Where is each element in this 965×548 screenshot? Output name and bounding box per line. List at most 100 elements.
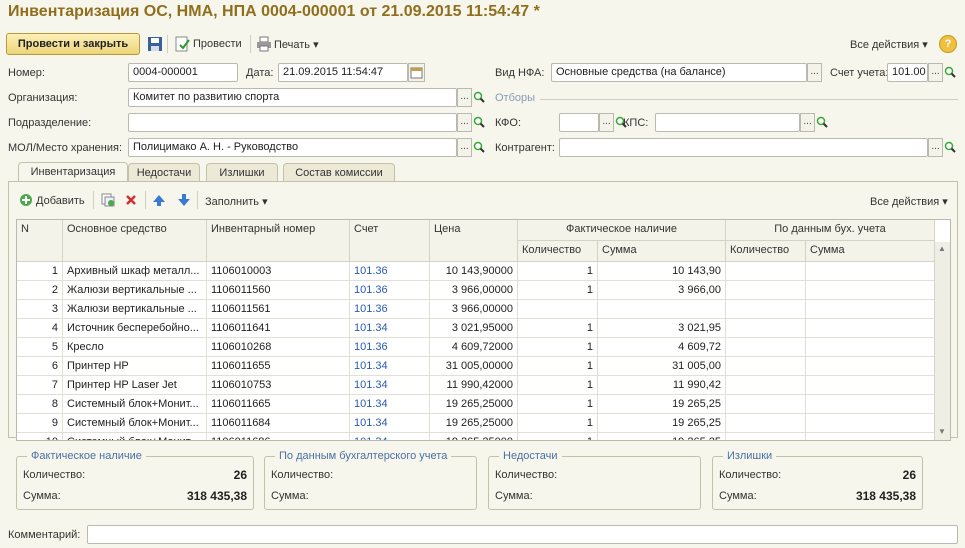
fill-button[interactable]: Заполнить ▾ <box>205 195 268 208</box>
grid-all-actions-button[interactable]: Все действия ▾ <box>870 195 948 208</box>
cell-n: 4 <box>17 319 63 338</box>
cell-n: 1 <box>17 262 63 281</box>
table-row[interactable]: 2 Жалюзи вертикальные ... 1106011560 101.36… <box>17 281 935 300</box>
kps-field[interactable] <box>655 113 800 132</box>
add-icon[interactable] <box>19 193 33 210</box>
help-icon[interactable]: ? <box>939 35 957 53</box>
cell-book-sum <box>806 281 935 300</box>
cell-book-sum <box>806 414 935 433</box>
contractor-label: Контрагент: <box>495 142 555 154</box>
kfo-select-button[interactable]: ... <box>599 113 614 132</box>
mol-field[interactable]: Полицимако А. Н. - Руководство <box>128 138 457 157</box>
sum-label: Сумма: <box>495 490 533 502</box>
cell-account[interactable]: 101.36 <box>350 300 430 319</box>
col-header-book[interactable]: По данным бух. учета <box>726 220 935 241</box>
cell-account[interactable]: 101.34 <box>350 414 430 433</box>
table-row[interactable]: 6 Принтер HP 1106011655 101.34 31 005,00000 1… <box>17 357 935 376</box>
search-icon[interactable] <box>815 113 829 132</box>
tab-inventory[interactable]: Инвентаризация <box>18 162 128 183</box>
copy-icon[interactable] <box>101 193 115 210</box>
move-up-icon[interactable] <box>152 193 166 210</box>
post-icon[interactable] <box>174 36 190 55</box>
account-field[interactable]: 101.00 <box>887 63 928 82</box>
scroll-up-icon[interactable]: ▲ <box>938 244 946 253</box>
cell-account[interactable]: 101.34 <box>350 357 430 376</box>
account-select-button[interactable]: ... <box>928 63 943 82</box>
save-icon[interactable] <box>147 36 163 55</box>
cell-actual-sum <box>598 300 726 319</box>
contractor-field[interactable] <box>559 138 928 157</box>
col-header-book-sum[interactable]: Сумма <box>806 241 935 262</box>
group-title: Излишки <box>723 450 777 462</box>
search-icon[interactable] <box>472 138 486 157</box>
col-header-n[interactable]: N <box>17 220 63 262</box>
add-button[interactable]: Добавить <box>36 195 85 207</box>
table-row[interactable]: 3 Жалюзи вертикальные ... 1106011561 101.36… <box>17 300 935 319</box>
kps-select-button[interactable]: ... <box>800 113 815 132</box>
search-icon[interactable] <box>472 113 486 132</box>
print-icon[interactable] <box>256 36 272 55</box>
cell-account[interactable]: 101.34 <box>350 433 430 440</box>
search-icon[interactable] <box>472 88 486 107</box>
col-header-price[interactable]: Цена <box>430 220 518 262</box>
cell-account[interactable]: 101.36 <box>350 281 430 300</box>
cell-actual-sum: 4 609,72 <box>598 338 726 357</box>
tab-commission[interactable]: Состав комиссии <box>283 163 395 183</box>
filters-heading: Отборы <box>495 92 536 104</box>
table-row[interactable]: 4 Источник бесперебойно... 1106011641 101.3… <box>17 319 935 338</box>
cell-account[interactable]: 101.34 <box>350 376 430 395</box>
department-select-button[interactable]: ... <box>457 113 472 132</box>
department-field[interactable] <box>128 113 457 132</box>
col-header-account[interactable]: Счет <box>350 220 430 262</box>
cell-account[interactable]: 101.36 <box>350 262 430 281</box>
delete-icon[interactable] <box>124 193 138 210</box>
table-row[interactable]: 1 Архивный шкаф металл... 1106010003 101.36… <box>17 262 935 281</box>
table-row[interactable]: 10Системный блок+Монит...1106011686101.3… <box>17 433 935 440</box>
col-header-actual[interactable]: Фактическое наличие <box>518 220 726 241</box>
qty-label: Количество: <box>23 469 86 481</box>
tab-shortages[interactable]: Недостачи <box>128 163 200 183</box>
cell-account[interactable]: 101.34 <box>350 395 430 414</box>
nfa-field[interactable]: Основные средства (на балансе) <box>551 63 807 82</box>
cell-price: 11 990,42000 <box>430 376 518 395</box>
cell-actual-sum: 10 143,90 <box>598 262 726 281</box>
all-actions-button[interactable]: Все действия ▾ <box>850 38 928 51</box>
cell-asset: Кресло <box>63 338 207 357</box>
contractor-select-button[interactable]: ... <box>928 138 943 157</box>
sum-label: Сумма: <box>23 490 61 502</box>
mol-select-button[interactable]: ... <box>457 138 472 157</box>
comment-field[interactable] <box>87 525 958 544</box>
post-button[interactable]: Провести <box>193 38 242 50</box>
filters-divider <box>540 99 958 100</box>
table-scrollbar[interactable]: ▲ ▼ <box>934 242 950 440</box>
print-button[interactable]: Печать ▾ <box>274 38 319 51</box>
cell-account[interactable]: 101.34 <box>350 319 430 338</box>
table-row[interactable]: 9 Системный блок+Монит... 1106011684 101.34… <box>17 414 935 433</box>
col-header-actual-qty[interactable]: Количество <box>518 241 598 262</box>
cell-account[interactable]: 101.36 <box>350 338 430 357</box>
tab-surpluses[interactable]: Излишки <box>206 163 278 183</box>
table-row[interactable]: 7 Принтер HP Laser Jet 1106010753 101.34 11 … <box>17 376 935 395</box>
date-field[interactable]: 21.09.2015 11:54:47 <box>278 63 408 82</box>
cell-actual-sum: 19 265,25 <box>598 395 726 414</box>
col-header-asset[interactable]: Основное средство <box>63 220 207 262</box>
post-and-close-button[interactable]: Провести и закрыть <box>6 33 140 55</box>
table-row[interactable]: 8 Системный блок+Монит... 1106011665 101.34… <box>17 395 935 414</box>
move-down-icon[interactable] <box>177 193 191 210</box>
cell-actual-qty: 1 <box>518 433 598 440</box>
col-header-actual-sum[interactable]: Сумма <box>598 241 726 262</box>
search-icon[interactable] <box>943 63 957 82</box>
organization-select-button[interactable]: ... <box>457 88 472 107</box>
cell-n: 8 <box>17 395 63 414</box>
col-header-inventory-number[interactable]: Инвентарный номер <box>207 220 350 262</box>
organization-field[interactable]: Комитет по развитию спорта <box>128 88 457 107</box>
table-row[interactable]: 5 Кресло 1106010268 101.36 4 609,72000 1 4 609… <box>17 338 935 357</box>
col-header-book-qty[interactable]: Количество <box>726 241 806 262</box>
scroll-down-icon[interactable]: ▼ <box>938 427 946 436</box>
search-icon[interactable] <box>943 138 957 157</box>
nfa-select-button[interactable]: ... <box>807 63 822 82</box>
number-field[interactable]: 0004-000001 <box>128 63 238 82</box>
cell-book-sum <box>806 433 935 440</box>
calendar-icon[interactable] <box>408 63 425 82</box>
kfo-field[interactable] <box>559 113 599 132</box>
